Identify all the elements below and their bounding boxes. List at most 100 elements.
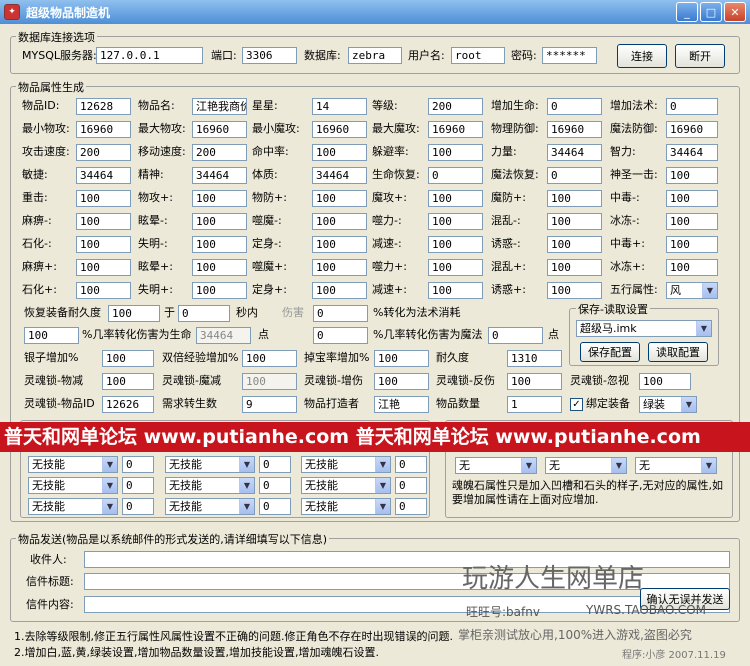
skill-level-input[interactable]: 0 bbox=[259, 456, 291, 473]
attr-input[interactable]: 100 bbox=[312, 259, 367, 276]
attr-input[interactable]: 100 bbox=[666, 236, 718, 253]
attr-input[interactable]: 0 bbox=[666, 98, 718, 115]
maximize-button[interactable]: □ bbox=[700, 2, 722, 22]
soul-reflect-input[interactable]: 100 bbox=[507, 373, 562, 390]
attr-input[interactable]: 100 bbox=[428, 213, 483, 230]
soulstone-select[interactable]: 无 ▼ bbox=[455, 457, 537, 474]
attr-input[interactable]: 100 bbox=[428, 236, 483, 253]
qty-input[interactable]: 1 bbox=[507, 396, 562, 413]
attr-input[interactable]: 12628 bbox=[76, 98, 131, 115]
maker-input[interactable]: 江艳 bbox=[374, 396, 429, 413]
skill-level-input[interactable]: 0 bbox=[395, 498, 427, 515]
attr-input[interactable]: 100 bbox=[192, 282, 247, 299]
exp-input[interactable]: 100 bbox=[242, 350, 297, 367]
attr-input[interactable]: 100 bbox=[312, 190, 367, 207]
save-config-button[interactable]: 保存配置 bbox=[580, 342, 640, 362]
attr-input[interactable]: 100 bbox=[76, 282, 131, 299]
attr-input[interactable]: 100 bbox=[192, 236, 247, 253]
close-button[interactable]: ✕ bbox=[724, 2, 746, 22]
treasure-input[interactable]: 100 bbox=[374, 350, 429, 367]
restore-seconds-input[interactable]: 0 bbox=[178, 305, 230, 322]
attr-input[interactable]: 100 bbox=[547, 213, 602, 230]
attr-input[interactable]: 100 bbox=[192, 190, 247, 207]
skill-level-input[interactable]: 0 bbox=[395, 477, 427, 494]
connect-button[interactable]: 连接 bbox=[617, 44, 667, 68]
soul-ignore-input[interactable]: 100 bbox=[639, 373, 691, 390]
attr-input[interactable]: 0 bbox=[547, 167, 602, 184]
attr-input[interactable]: 100 bbox=[76, 190, 131, 207]
damage-input[interactable]: 0 bbox=[313, 305, 368, 322]
soulstone-select[interactable]: 无 ▼ bbox=[545, 457, 627, 474]
attr-input[interactable]: 34464 bbox=[76, 167, 131, 184]
need-input[interactable]: 9 bbox=[242, 396, 297, 413]
attr-input[interactable]: 16960 bbox=[192, 121, 247, 138]
attr-input[interactable]: 100 bbox=[312, 282, 367, 299]
attr-input[interactable]: 200 bbox=[76, 144, 131, 161]
skill-select[interactable]: 无技能 ▼ bbox=[165, 456, 255, 473]
pct-input[interactable]: 100 bbox=[24, 327, 79, 344]
load-config-button[interactable]: 读取配置 bbox=[648, 342, 708, 362]
server-input[interactable]: 127.0.0.1 bbox=[96, 47, 203, 64]
attr-input[interactable]: 200 bbox=[428, 98, 483, 115]
user-input[interactable]: root bbox=[451, 47, 505, 64]
attr-input[interactable]: 100 bbox=[312, 144, 367, 161]
minimize-button[interactable]: _ bbox=[676, 2, 698, 22]
attr-input[interactable]: 200 bbox=[192, 144, 247, 161]
skill-level-input[interactable]: 0 bbox=[122, 477, 154, 494]
attr-input[interactable]: 100 bbox=[192, 213, 247, 230]
soul-mag-input[interactable]: 100 bbox=[242, 373, 297, 390]
attr-input[interactable]: 100 bbox=[666, 190, 718, 207]
durability-input[interactable]: 1310 bbox=[507, 350, 562, 367]
skill-select[interactable]: 无技能 ▼ bbox=[301, 498, 391, 515]
skill-select[interactable]: 无技能 ▼ bbox=[28, 456, 118, 473]
soul-phys-input[interactable]: 100 bbox=[102, 373, 154, 390]
password-input[interactable]: ****** bbox=[542, 47, 597, 64]
hp-convert-input[interactable]: 34464 bbox=[196, 327, 251, 344]
attr-input[interactable]: 16960 bbox=[428, 121, 483, 138]
attr-input[interactable]: 0 bbox=[428, 167, 483, 184]
attr-input[interactable]: 0 bbox=[547, 98, 602, 115]
bind-select[interactable]: 绿装 ▼ bbox=[639, 396, 697, 413]
attr-input[interactable]: 江艳我商价 bbox=[192, 98, 247, 115]
skill-select[interactable]: 无技能 ▼ bbox=[301, 477, 391, 494]
skill-level-input[interactable]: 0 bbox=[122, 456, 154, 473]
skill-select[interactable]: 无技能 ▼ bbox=[301, 456, 391, 473]
mp-convert-input[interactable]: 0 bbox=[488, 327, 543, 344]
restore-input[interactable]: 100 bbox=[108, 305, 160, 322]
skill-level-input[interactable]: 0 bbox=[122, 498, 154, 515]
skill-select[interactable]: 无技能 ▼ bbox=[165, 498, 255, 515]
attr-input[interactable]: 100 bbox=[428, 259, 483, 276]
attr-input[interactable]: 100 bbox=[666, 167, 718, 184]
soul-hp-input[interactable]: 100 bbox=[374, 373, 429, 390]
skill-level-input[interactable]: 0 bbox=[395, 456, 427, 473]
attr-input[interactable]: 100 bbox=[666, 259, 718, 276]
attr-input[interactable]: 100 bbox=[547, 236, 602, 253]
attr-input[interactable]: 100 bbox=[547, 259, 602, 276]
attr-input[interactable]: 16960 bbox=[76, 121, 131, 138]
attr-input[interactable]: 100 bbox=[76, 236, 131, 253]
silver-input[interactable]: 100 bbox=[102, 350, 154, 367]
attr-input[interactable]: 100 bbox=[666, 213, 718, 230]
attr-input[interactable]: 100 bbox=[547, 282, 602, 299]
skill-select[interactable]: 无技能 ▼ bbox=[28, 498, 118, 515]
attr-input[interactable]: 100 bbox=[312, 236, 367, 253]
attr-input[interactable]: 100 bbox=[428, 190, 483, 207]
attr-input[interactable]: 16960 bbox=[666, 121, 718, 138]
soul-id-input[interactable]: 12626 bbox=[102, 396, 154, 413]
attr-input[interactable]: 100 bbox=[76, 259, 131, 276]
element-select[interactable]: 风 ▼ bbox=[666, 282, 718, 299]
attr-input[interactable]: 34464 bbox=[547, 144, 602, 161]
attr-input[interactable]: 100 bbox=[312, 213, 367, 230]
config-file-select[interactable]: 超级马.imk ▼ bbox=[576, 320, 712, 337]
attr-input[interactable]: 100 bbox=[428, 144, 483, 161]
skill-level-input[interactable]: 0 bbox=[259, 498, 291, 515]
disconnect-button[interactable]: 断开 bbox=[675, 44, 725, 68]
database-input[interactable]: zebra bbox=[348, 47, 402, 64]
attr-input[interactable]: 34464 bbox=[312, 167, 367, 184]
attr-input[interactable]: 16960 bbox=[547, 121, 602, 138]
skill-select[interactable]: 无技能 ▼ bbox=[165, 477, 255, 494]
soulstone-select[interactable]: 无 ▼ bbox=[635, 457, 717, 474]
mg-input[interactable]: 0 bbox=[313, 327, 368, 344]
attr-input[interactable]: 14 bbox=[312, 98, 367, 115]
attr-input[interactable]: 16960 bbox=[312, 121, 367, 138]
